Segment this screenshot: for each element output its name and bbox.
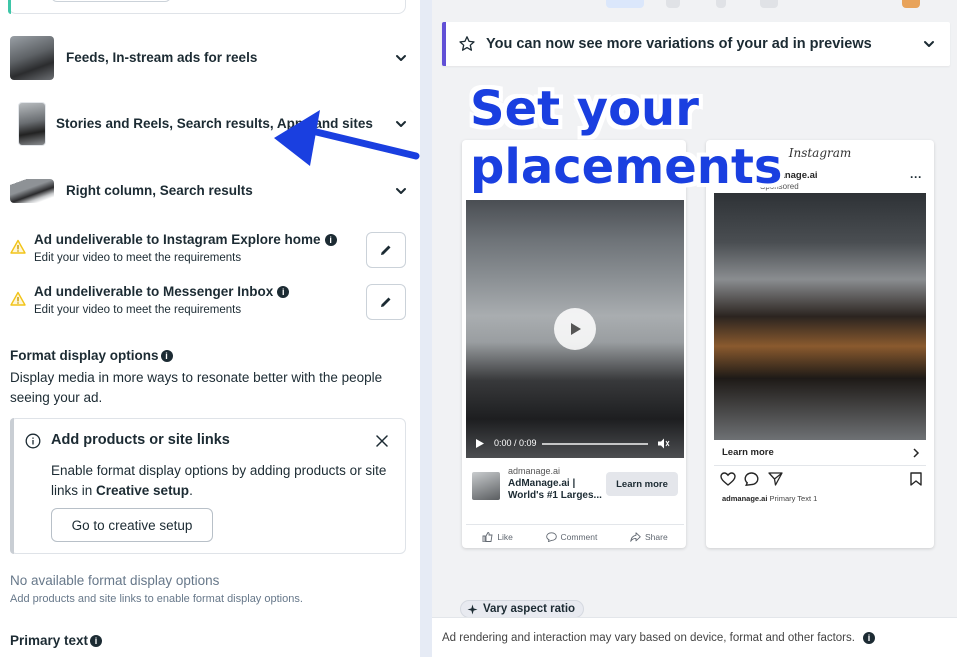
- card-accent-bar: [8, 0, 11, 14]
- info-icon[interactable]: i: [160, 350, 173, 362]
- preview-footer: Ad rendering and interaction may vary ba…: [432, 617, 957, 657]
- info-box-title: Add products or site links: [51, 432, 230, 448]
- placement-thumbnail: [10, 36, 54, 80]
- placement-thumbnail: [18, 102, 46, 146]
- warning-subtitle: Edit your video to meet the requirements: [34, 304, 242, 316]
- overlay-annotation: Set your placements: [470, 80, 782, 196]
- no-format-options-title: No available format display options: [10, 573, 220, 588]
- share-action[interactable]: Share: [630, 532, 668, 542]
- info-icon[interactable]: i: [277, 286, 290, 298]
- pencil-icon: [381, 245, 391, 255]
- thumbs-up-icon: [482, 531, 493, 542]
- comment-action[interactable]: Comment: [545, 531, 597, 542]
- ig-post-media[interactable]: [714, 193, 926, 440]
- warning-subtitle: Edit your video to meet the requirements: [34, 252, 242, 264]
- cta-thumbnail: [472, 472, 500, 500]
- toolbar-avatar[interactable]: [902, 0, 920, 8]
- overlay-line-2: placements: [470, 139, 783, 195]
- like-action[interactable]: Like: [482, 532, 513, 542]
- partial-button[interactable]: [51, 0, 171, 2]
- bookmark-icon[interactable]: [910, 472, 922, 486]
- comment-icon: [545, 531, 557, 542]
- heart-icon[interactable]: [720, 472, 736, 486]
- ig-action-icons: [720, 472, 926, 490]
- warning-title: Ad undeliverable to Messenger Inbox i: [34, 284, 290, 299]
- ig-caption: admanage.ai Primary Text 1: [722, 494, 818, 503]
- fb-cta-row: admanage.ai AdManage.ai | World's #1 Lar…: [466, 466, 684, 518]
- overlay-line-1: Set your: [470, 81, 699, 137]
- banner-text: You can now see more variations of your …: [486, 36, 872, 52]
- primary-text-label: Primary text i: [10, 633, 103, 648]
- fb-video-media[interactable]: 0:00 / 0:09: [466, 200, 684, 458]
- info-circle-icon: [25, 433, 41, 449]
- fb-video-area: 0:00 / 0:09 admanage.ai AdManage.ai | Wo…: [466, 200, 684, 548]
- more-options-icon[interactable]: ···: [910, 170, 922, 184]
- play-icon: [571, 323, 581, 335]
- warning-title: Ad undeliverable to Instagram Explore ho…: [34, 232, 337, 247]
- star-icon: [459, 36, 475, 51]
- toolbar-tab[interactable]: [666, 0, 680, 8]
- cta-domain: admanage.ai: [508, 466, 561, 476]
- video-controls: 0:00 / 0:09: [466, 436, 684, 452]
- info-box-accent-bar: [10, 418, 14, 554]
- instagram-feed-preview[interactable]: Instagram admanage.ai Sponsored ··· Lear…: [706, 140, 934, 548]
- ig-learn-more-label: Learn more: [722, 447, 774, 458]
- comment-icon[interactable]: [744, 472, 759, 486]
- toolbar-tab[interactable]: [716, 0, 726, 8]
- cta-headline: AdManage.ai | World's #1 Larges...: [508, 478, 602, 501]
- learn-more-button[interactable]: Learn more: [606, 472, 678, 496]
- format-display-description: Display media in more ways to resonate b…: [10, 370, 383, 405]
- toolbar-tab[interactable]: [760, 0, 778, 8]
- placements-panel: Feeds, In-stream ads for reels Stories a…: [0, 0, 420, 657]
- close-icon[interactable]: [375, 434, 389, 448]
- panel-divider: [420, 0, 432, 657]
- placement-label: Feeds, In-stream ads for reels: [66, 50, 258, 65]
- placement-label: Right column, Search results: [66, 183, 253, 198]
- footer-text: Ad rendering and interaction may vary ba…: [442, 631, 855, 644]
- variations-banner[interactable]: You can now see more variations of your …: [442, 22, 950, 66]
- info-box-body: Enable format display options by adding …: [51, 463, 387, 498]
- send-icon[interactable]: [768, 472, 783, 486]
- add-products-info-box: Add products or site links Enable format…: [10, 418, 406, 554]
- facebook-feed-preview[interactable]: 0:00 / 0:09 admanage.ai AdManage.ai | Wo…: [462, 140, 686, 548]
- fb-action-bar: Like Comment Share: [466, 524, 684, 548]
- warning-icon: [10, 239, 26, 254]
- info-icon[interactable]: i: [862, 631, 875, 644]
- placement-thumbnail: [10, 179, 54, 203]
- vary-aspect-ratio-button[interactable]: Vary aspect ratio: [460, 600, 585, 618]
- ig-learn-more-bar[interactable]: Learn more: [714, 440, 926, 466]
- play-button[interactable]: [554, 308, 596, 350]
- format-display-title: Format display options i: [10, 348, 173, 363]
- warning-messenger-inbox: Ad undeliverable to Messenger Inbox i Edi…: [10, 284, 406, 324]
- edit-button[interactable]: [366, 232, 406, 268]
- vary-label: Vary aspect ratio: [483, 603, 576, 615]
- placement-row-right-column[interactable]: Right column, Search results: [10, 179, 410, 203]
- chevron-down-icon[interactable]: [394, 184, 408, 198]
- sparkle-icon: [467, 604, 478, 614]
- video-progress-bar[interactable]: [542, 443, 648, 445]
- chevron-down-icon[interactable]: [394, 51, 408, 65]
- volume-icon[interactable]: [658, 438, 670, 449]
- warning-icon: [10, 291, 26, 306]
- go-to-creative-setup-button[interactable]: Go to creative setup: [51, 508, 213, 542]
- edit-button[interactable]: [366, 284, 406, 320]
- pencil-icon: [381, 297, 391, 307]
- info-icon[interactable]: i: [324, 234, 337, 246]
- placement-row-feeds[interactable]: Feeds, In-stream ads for reels: [10, 36, 410, 80]
- toolbar-tab-active[interactable]: [606, 0, 644, 8]
- warning-instagram-explore: Ad undeliverable to Instagram Explore ho…: [10, 232, 406, 272]
- share-icon: [630, 531, 641, 542]
- play-small-icon[interactable]: [476, 439, 484, 448]
- previous-section-card: [8, 0, 406, 14]
- chevron-right-icon: [913, 447, 920, 458]
- creative-setup-link: Creative setup: [96, 483, 190, 498]
- info-icon[interactable]: i: [90, 635, 103, 647]
- no-format-options-subtitle: Add products and site links to enable fo…: [10, 593, 303, 605]
- annotation-arrow-icon: [274, 110, 420, 166]
- chevron-down-icon[interactable]: [922, 37, 936, 51]
- video-time: 0:00 / 0:09: [494, 438, 537, 448]
